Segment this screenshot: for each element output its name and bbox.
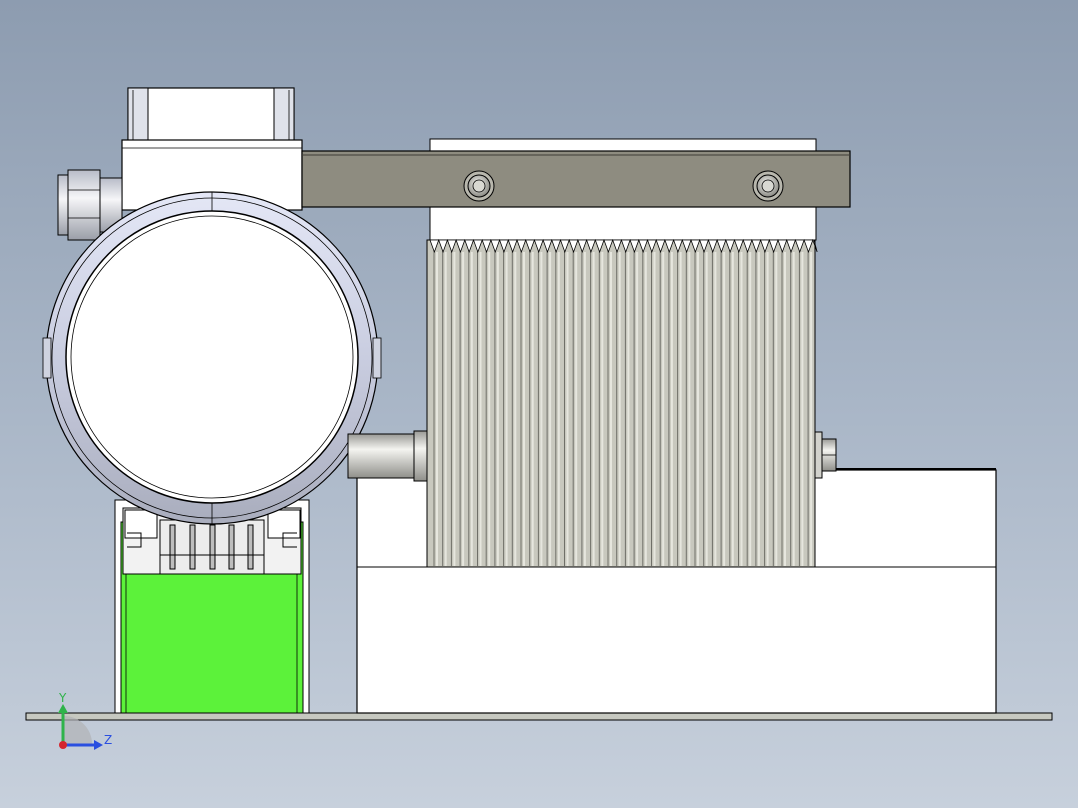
motor-end-cover[interactable] <box>65 210 359 504</box>
triad-z-label: Z <box>104 733 112 747</box>
triad-y-label: Y <box>58 691 67 705</box>
side-hex-nut <box>814 431 837 479</box>
output-shaft <box>347 433 419 479</box>
base-plate <box>25 712 1053 721</box>
bracket-bolt-right[interactable] <box>752 170 784 202</box>
cad-viewport[interactable]: Y Z <box>0 0 1078 808</box>
bracket-bolt-left[interactable] <box>463 170 495 202</box>
cad-model-view[interactable]: Y Z <box>0 0 1078 808</box>
